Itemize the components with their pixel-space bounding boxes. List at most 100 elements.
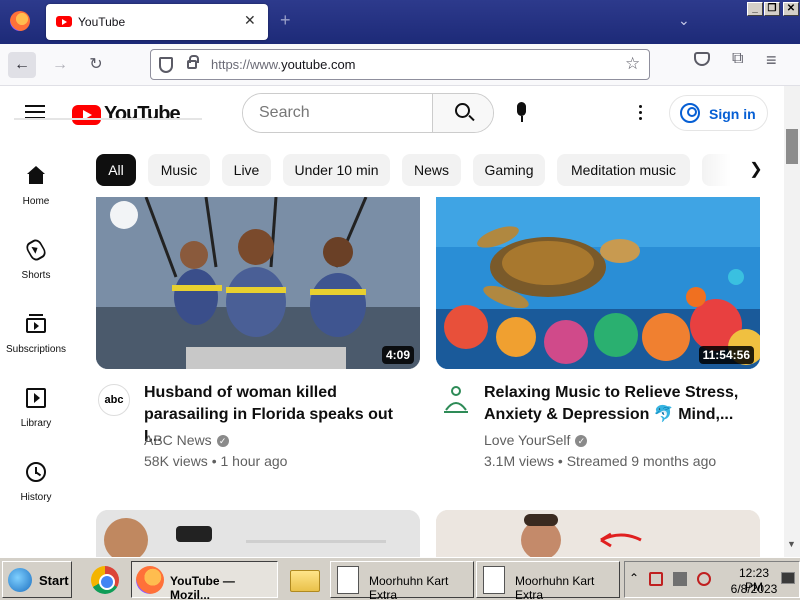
search-icon (455, 103, 470, 118)
page-scrollbar[interactable]: ▼ (784, 86, 800, 557)
chevron-right-icon[interactable]: ❯ (744, 158, 768, 182)
settings-kebab-icon[interactable] (632, 100, 648, 126)
app-menu-icon[interactable]: ≡ (766, 50, 777, 71)
sidebar-item-home[interactable]: Home (0, 162, 72, 228)
url-text[interactable]: https://www.youtube.com (211, 57, 356, 72)
search-button[interactable] (432, 94, 493, 132)
video-meta: 3.1M views • Streamed 9 months ago (484, 453, 716, 469)
document-icon (483, 566, 505, 594)
meditation-logo-icon (444, 386, 468, 413)
bookmark-star-icon[interactable]: ☆ (625, 54, 640, 74)
tab-title: YouTube (78, 15, 126, 29)
verified-check-icon: ✓ (216, 435, 229, 448)
video-title[interactable]: Relaxing Music to Relieve Stress, Anxiet… (484, 382, 754, 426)
chevron-down-icon[interactable]: ⌄ (678, 12, 690, 29)
taskbar-item-firefox[interactable]: YouTube — Mozil... (131, 561, 278, 602)
search-input[interactable] (243, 94, 432, 132)
history-icon (26, 462, 46, 482)
view-count: 58K views (144, 453, 208, 469)
video-title-line: Relaxing Music to Relieve Stress, (484, 384, 739, 401)
back-button[interactable]: ← (8, 52, 36, 78)
network-icon[interactable] (673, 572, 687, 586)
view-count: 3.1M views (484, 453, 555, 469)
chip-all[interactable]: All (96, 154, 136, 186)
firefox-icon[interactable] (10, 11, 30, 31)
sidebar-item-label: Home (22, 196, 50, 207)
tray-app-icon[interactable] (649, 572, 663, 586)
clock-date[interactable]: 6/8/2023 (729, 582, 779, 596)
youtube-play-icon (72, 105, 101, 125)
start-label: Start (39, 573, 69, 588)
url-bar[interactable]: https://www.youtube.com ☆ (150, 49, 650, 80)
chip-gaming[interactable]: Gaming (473, 154, 545, 186)
parasailing-thumbnail-image (96, 197, 420, 369)
search-box[interactable] (242, 93, 494, 133)
home-icon (26, 166, 46, 186)
taskbar: Start YouTube — Mozil... Moorhuhn Kart E… (0, 557, 800, 602)
chrome-icon (91, 566, 119, 594)
taskbar-item-moorhuhn-2[interactable]: Moorhuhn Kart Extra (476, 561, 620, 602)
chips-fade (700, 152, 744, 188)
forward-button[interactable]: → (46, 52, 74, 78)
maximize-window-button[interactable]: ❐ (764, 2, 780, 16)
video-thumbnail[interactable] (436, 510, 760, 557)
voice-search-button[interactable] (506, 98, 538, 130)
close-tab-icon[interactable]: ✕ (244, 12, 256, 29)
sidebar-item-subscriptions[interactable]: Subscriptions (0, 310, 72, 376)
chip-under-10-min[interactable]: Under 10 min (283, 154, 390, 186)
reload-button[interactable]: ↻ (82, 52, 110, 78)
video-age: Streamed 9 months ago (566, 453, 717, 469)
taskbar-item-folder[interactable] (284, 561, 326, 598)
microphone-stand (521, 116, 523, 122)
sidebar-item-label: Library (20, 418, 52, 429)
video-thumbnail[interactable]: 11:54:56 (436, 197, 760, 369)
sidebar-item-label: Subscriptions (5, 344, 67, 355)
tab-youtube[interactable]: YouTube ✕ (46, 4, 268, 40)
sidebar-item-label: Shorts (21, 270, 51, 281)
video-age: 1 hour ago (220, 453, 288, 469)
channel-avatar[interactable] (440, 384, 472, 416)
taskbar-item-label: Moorhuhn Kart Extra (515, 574, 595, 602)
video-duration: 11:54:56 (698, 346, 754, 364)
youtube-wordmark: YouTube (104, 103, 181, 125)
channel-name[interactable]: Love YourSelf ✓ (484, 432, 588, 448)
start-globe-icon (8, 568, 32, 592)
tray-expand-icon[interactable]: ⌃ (629, 571, 639, 585)
meta-separator: • (211, 453, 217, 469)
new-tab-icon[interactable]: + (280, 10, 291, 31)
video-thumbnail[interactable] (96, 510, 420, 557)
logo-divider (14, 118, 202, 120)
microphone-icon (517, 102, 526, 116)
sidebar-item-history[interactable]: History (0, 458, 72, 524)
channel-name[interactable]: ABC News ✓ (144, 432, 229, 448)
sidebar-item-library[interactable]: Library (0, 384, 72, 450)
lock-icon[interactable] (187, 55, 199, 69)
pocket-icon[interactable] (694, 52, 710, 66)
chip-live[interactable]: Live (222, 154, 271, 186)
verified-check-icon: ✓ (575, 435, 588, 448)
video-title-line: Anxiety & Depression 🐬 Mind,... (484, 406, 734, 423)
minimize-window-button[interactable]: _ (747, 2, 763, 16)
channel-name-text: Love YourSelf (484, 432, 571, 448)
shield-icon[interactable] (159, 57, 173, 73)
sidebar-item-shorts[interactable]: Shorts (0, 236, 72, 302)
tray-security-icon[interactable] (697, 572, 711, 586)
start-button[interactable]: Start (2, 561, 72, 598)
url-prefix: https://www. (211, 57, 282, 72)
taskbar-item-label: Moorhuhn Kart Extra (369, 574, 449, 602)
youtube-favicon-icon (56, 16, 72, 27)
classroom-thumbnail-image (96, 510, 420, 557)
scroll-down-icon[interactable]: ▼ (787, 539, 796, 549)
close-window-button[interactable]: ✕ (783, 2, 799, 16)
chip-music[interactable]: Music (148, 154, 210, 186)
chip-news[interactable]: News (402, 154, 461, 186)
chrome-quicklaunch[interactable] (84, 561, 124, 598)
sign-in-button[interactable]: Sign in (669, 95, 768, 131)
video-thumbnail[interactable]: 4:09 (96, 197, 420, 369)
taskbar-item-moorhuhn-1[interactable]: Moorhuhn Kart Extra (330, 561, 474, 602)
scrollbar-thumb[interactable] (786, 129, 798, 164)
show-desktop-icon[interactable] (781, 572, 795, 584)
extensions-icon[interactable]: ⧉ (732, 50, 743, 68)
chip-meditation-music[interactable]: Meditation music (557, 154, 690, 186)
channel-avatar[interactable]: abc (98, 384, 130, 416)
